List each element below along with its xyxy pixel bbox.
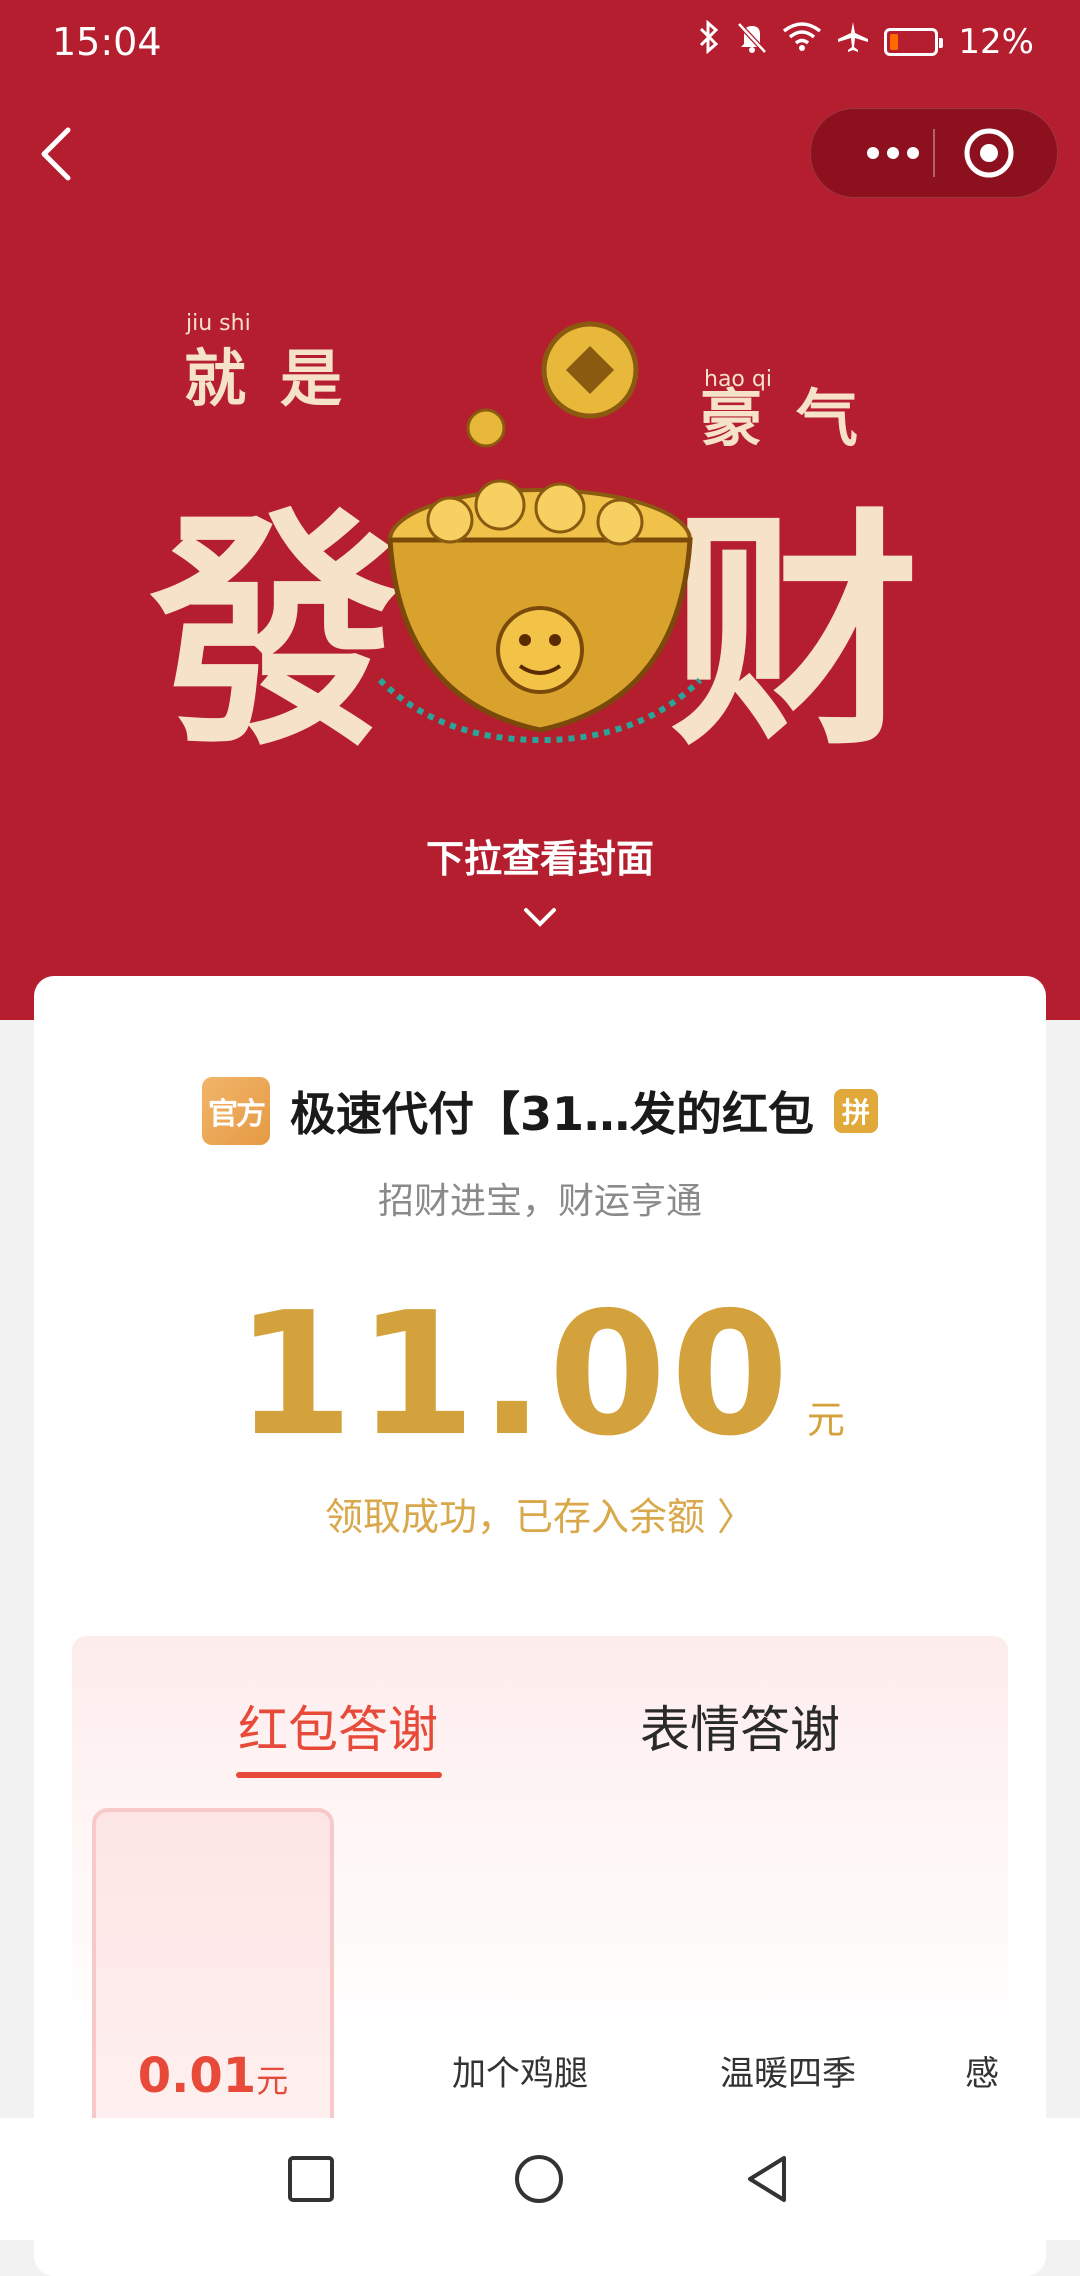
- amount-row: 11.00 元: [34, 1276, 1046, 1474]
- cover-small-left: 就是: [184, 342, 376, 415]
- option-value: 0.01元: [96, 2048, 330, 2104]
- red-packet-detail-card: 官方 极速代付【31…发的红包 拼 招财进宝，财运亨通 11.00 元 领取成功，…: [34, 976, 1046, 2276]
- back-button[interactable]: [36, 120, 76, 190]
- cover-big-right: 财: [670, 488, 920, 760]
- more-icon[interactable]: [851, 131, 951, 175]
- cover-small-right: 豪气: [700, 382, 892, 455]
- red-packet-cover[interactable]: jiu shi 就是 hao qi 豪气 發 财: [140, 300, 940, 779]
- thanks-option-chicken-leg[interactable]: 加个鸡腿: [452, 2046, 588, 2095]
- capsule-divider: [933, 129, 935, 177]
- status-time: 15:04: [52, 20, 162, 64]
- airplane-icon: [836, 20, 870, 63]
- amount-unit: 元: [806, 1398, 845, 1442]
- cover-big-left: 發: [149, 488, 400, 760]
- pull-down-hint: 下拉查看封面: [425, 837, 654, 881]
- chevron-down-icon: [520, 902, 560, 932]
- close-target-icon[interactable]: [963, 127, 1015, 179]
- amount-value: 11.00: [235, 1276, 793, 1474]
- sender-name: 极速代付【31…发的红包: [289, 1087, 814, 1141]
- system-navigation-bar: [0, 2118, 1080, 2240]
- recents-button[interactable]: [286, 2154, 336, 2204]
- thanks-option-warm-seasons[interactable]: 温暖四季: [720, 2046, 856, 2095]
- sender-row: 官方 极速代付【31…发的红包 拼: [34, 1076, 1046, 1146]
- treasure-bowl-illustration: [377, 321, 703, 744]
- mini-program-capsule: [810, 108, 1058, 198]
- battery-icon: [884, 27, 944, 56]
- battery-percent: 12%: [958, 21, 1034, 62]
- pin-badge: 拼: [834, 1089, 878, 1133]
- status-icons: 12%: [696, 19, 1034, 63]
- wifi-icon: [782, 21, 822, 62]
- thanks-option-partial[interactable]: 感: [965, 2046, 999, 2095]
- cover-pinyin-left: jiu shi: [185, 311, 251, 336]
- active-tab-indicator: [236, 1772, 442, 1778]
- claimed-balance-link[interactable]: 领取成功，已存入余额 〉: [34, 1486, 1046, 1541]
- home-button[interactable]: [514, 2154, 564, 2204]
- tab-red-packet-thanks[interactable]: 红包答谢: [238, 1690, 438, 1762]
- bluetooth-icon: [696, 19, 722, 63]
- blessing-text: 招财进宝，财运亨通: [377, 1181, 702, 1222]
- option-amount: 0.01: [137, 2048, 257, 2104]
- tab-sticker-thanks[interactable]: 表情答谢: [640, 1690, 840, 1762]
- mute-icon: [736, 20, 768, 63]
- back-nav-button[interactable]: [744, 2154, 794, 2204]
- option-unit: 元: [256, 2062, 289, 2100]
- official-badge: 官方: [201, 1077, 270, 1145]
- status-bar: 15:04 12%: [0, 0, 1080, 84]
